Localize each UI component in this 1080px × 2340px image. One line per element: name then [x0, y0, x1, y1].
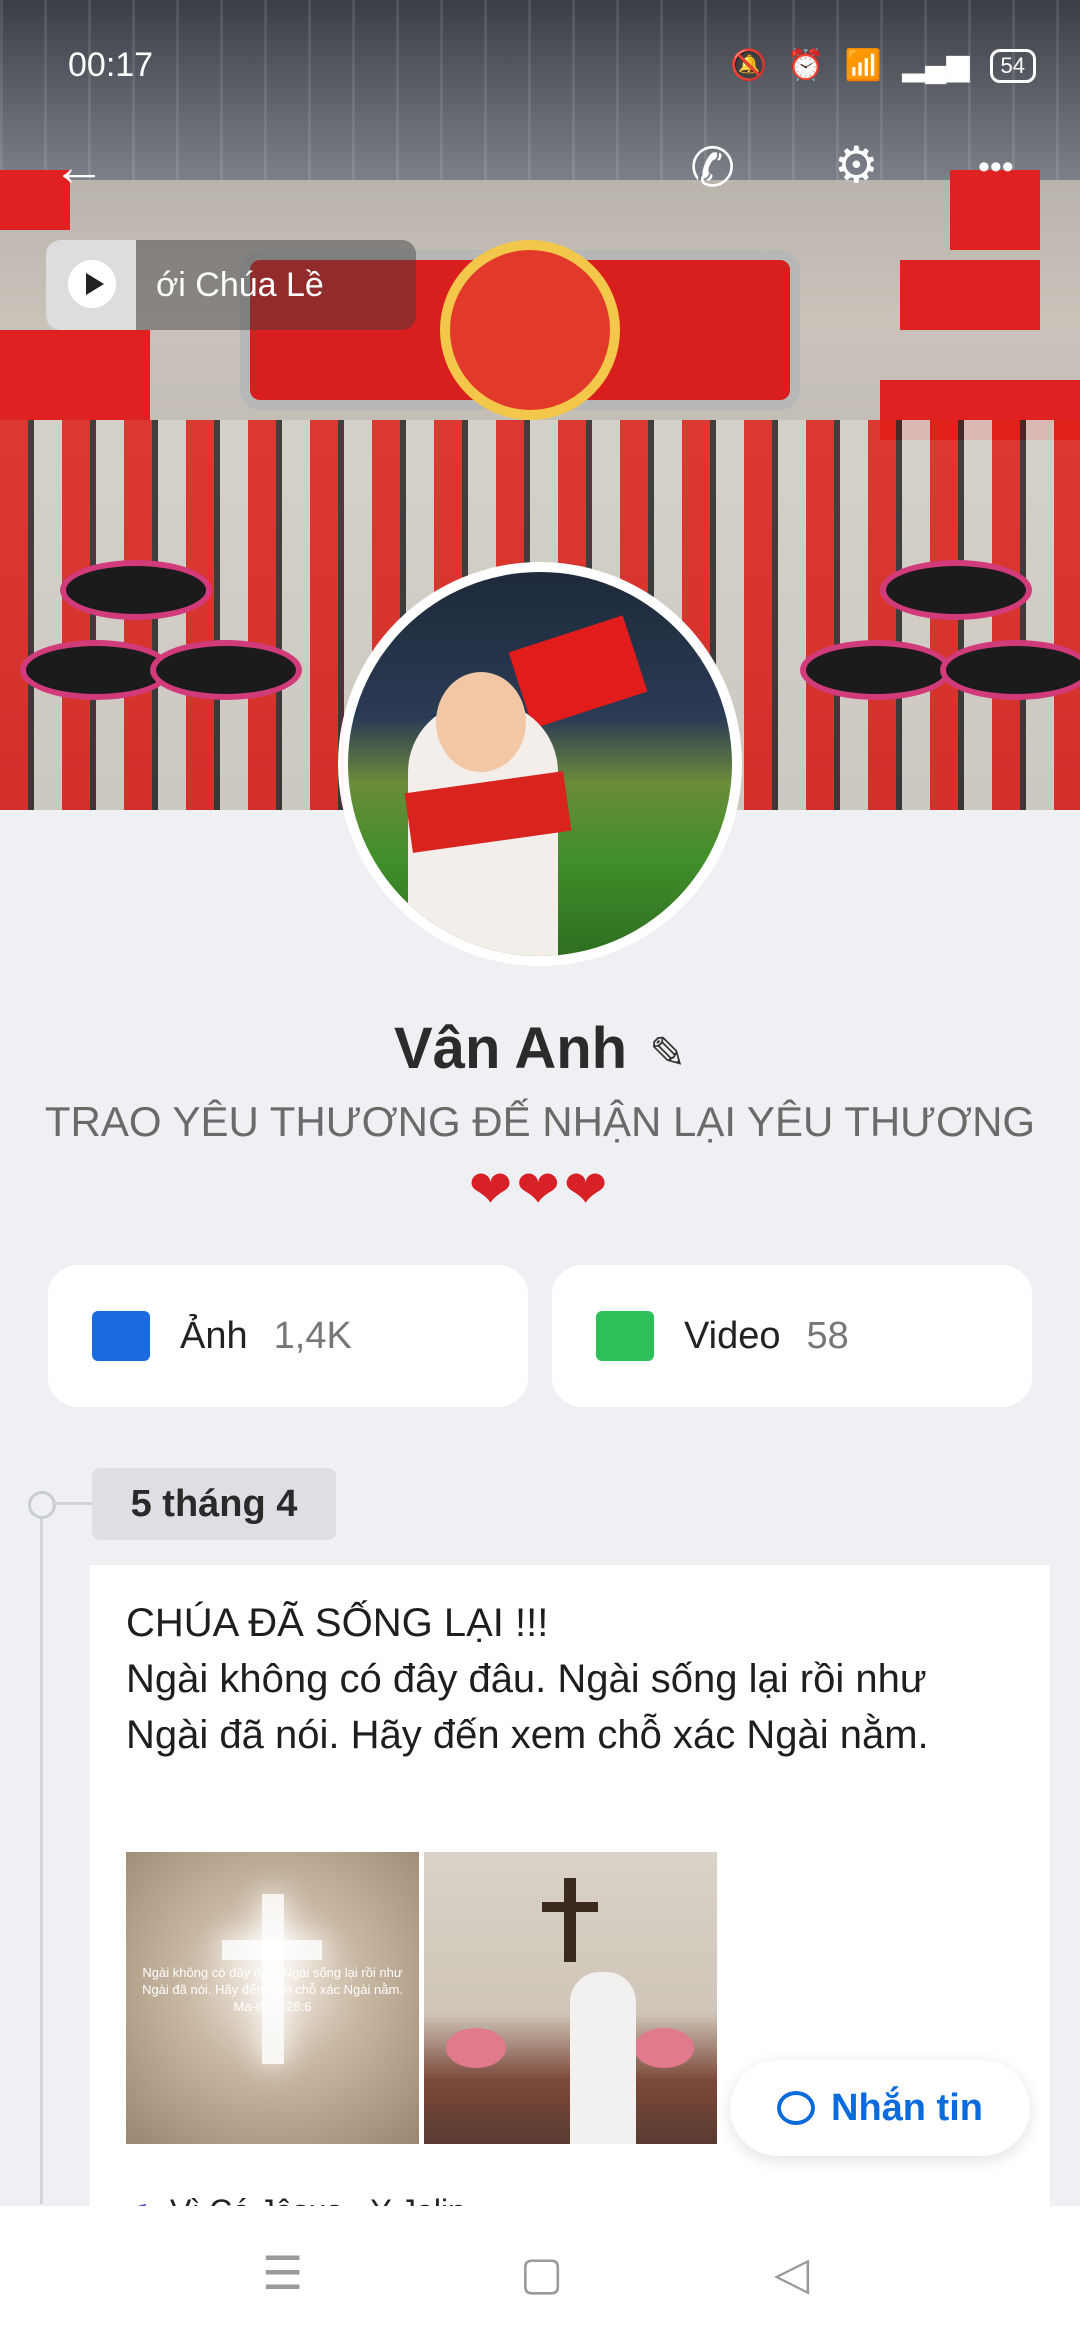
call-button[interactable]: ✆ [690, 136, 735, 199]
timeline-post[interactable]: CHÚA ĐÃ SỐNG LẠI !!! Ngài không có đây đ… [90, 1565, 1050, 2265]
profile-bio: TRAO YÊU THƯƠNG ĐẾ NHẬN LẠI YÊU THƯƠNG [44, 1098, 1036, 1145]
photo-person [570, 1972, 636, 2144]
timeline-date: 5 tháng 4 [92, 1468, 336, 1540]
system-nav-bar: ☰ ▢ ◁ [0, 2206, 1080, 2340]
post-photo-cross[interactable]: Ngài không có đây đâu. Ngài sống lại rồi… [126, 1852, 419, 2144]
trampoline [940, 640, 1080, 700]
videos-label: Video [684, 1314, 781, 1357]
video-camera-icon [596, 1311, 654, 1361]
photos-count: 1,4K [273, 1314, 352, 1357]
trampoline [60, 560, 212, 620]
menu-icon[interactable]: ☰ [262, 2246, 303, 2300]
timeline-dot [28, 1491, 56, 1519]
more-options-button[interactable]: ••• [978, 148, 1014, 187]
videos-button[interactable]: Video 58 [552, 1265, 1032, 1407]
back-button[interactable]: ← [52, 136, 106, 198]
trampoline [800, 640, 952, 700]
back-nav-icon[interactable]: ◁ [774, 2246, 809, 2300]
battery-icon: 54 [989, 48, 1036, 83]
profile-settings-button[interactable]: ⚙ [834, 136, 879, 194]
heart-icons: ❤❤❤ [468, 1161, 612, 1219]
profile-music-chip[interactable]: ới Chúa Lề [46, 240, 416, 330]
trampoline [880, 560, 1032, 620]
flower [446, 2028, 506, 2068]
home-icon[interactable]: ▢ [520, 2246, 563, 2300]
message-button[interactable]: Nhắn tin [730, 2060, 1030, 2156]
edit-name-icon[interactable]: ✎ [649, 1029, 686, 1078]
profile-name-row: Vân Anh ✎ [0, 1015, 1080, 1082]
church-cross-bar [542, 1902, 598, 1912]
signal-icon: ▂▄▆ [902, 49, 970, 82]
avatar-face [436, 672, 526, 772]
cross-icon-bar [222, 1940, 322, 1960]
play-icon[interactable] [68, 260, 116, 308]
status-time: 00:17 [68, 46, 154, 84]
profile-avatar[interactable] [338, 562, 742, 966]
flower [634, 2028, 694, 2068]
timeline-connector [52, 1502, 92, 1505]
post-body: Ngài không có đây đâu. Ngài sống lại rồi… [126, 1657, 929, 1757]
mute-icon: 🔕 [730, 49, 768, 82]
status-icons: 🔕 ⏰ 📶 ▂▄▆ 54 [730, 48, 1036, 83]
photo-icon [92, 1311, 150, 1361]
photos-label: Ảnh [180, 1314, 248, 1357]
post-title: CHÚA ĐÃ SỐNG LẠI !!! [126, 1601, 549, 1645]
post-photo-church[interactable] [424, 1852, 717, 2144]
cover-flag [0, 330, 150, 420]
videos-count: 58 [806, 1314, 849, 1357]
music-title: ới Chúa Lề [156, 265, 324, 304]
profile-name: Vân Anh [394, 1016, 628, 1081]
wifi-icon: 📶 [844, 49, 883, 82]
stage-emblem [440, 240, 620, 420]
music-thumbnail [46, 240, 136, 330]
message-button-label: Nhắn tin [831, 2086, 983, 2129]
avatar-image [348, 572, 732, 956]
timeline-line [40, 1504, 43, 2204]
church-cross [564, 1878, 576, 1962]
trampoline [150, 640, 302, 700]
alarm-icon: ⏰ [787, 49, 825, 82]
photo-caption: Ngài không có đây đâu. Ngài sống lại rồi… [142, 1965, 403, 2014]
chat-bubble-icon [777, 2091, 815, 2125]
cover-roof [0, 0, 1080, 180]
avatar-flag [508, 615, 648, 729]
photos-button[interactable]: Ảnh 1,4K [48, 1265, 528, 1407]
cover-flag [900, 260, 1040, 330]
